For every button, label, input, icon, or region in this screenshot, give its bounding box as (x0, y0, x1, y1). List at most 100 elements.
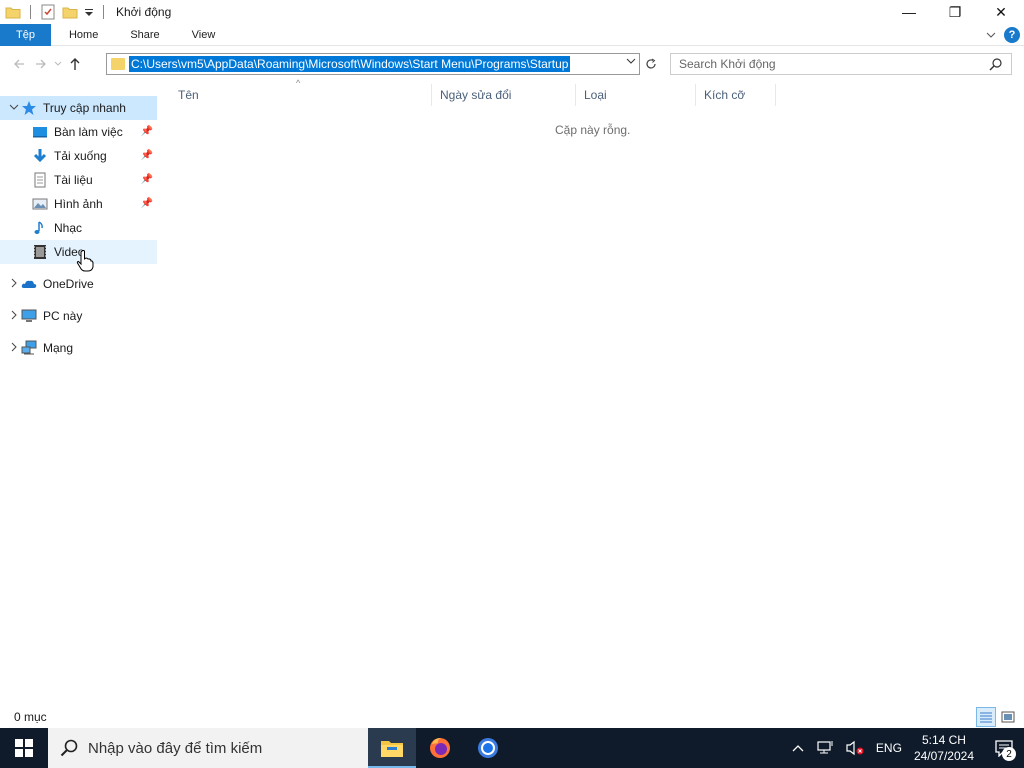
navigation-pane: Truy cập nhanh Bàn làm việc 📌 Tải xuống … (0, 96, 157, 706)
nav-item-quick-access[interactable]: Truy cập nhanh (0, 96, 157, 120)
nav-item-network[interactable]: Mạng (0, 336, 157, 360)
chrome-icon (478, 738, 498, 758)
status-bar: 0 mục (0, 706, 1024, 728)
quick-access-toolbar (0, 0, 110, 24)
new-folder-icon[interactable] (62, 4, 78, 20)
large-icons-view-icon (1001, 711, 1015, 723)
column-headers: Tên Ngày sửa đổi Loại Kích cỡ (170, 84, 776, 106)
tab-home[interactable]: Home (53, 24, 114, 46)
expand-chevron-icon[interactable] (7, 103, 21, 114)
nav-item-label: OneDrive (43, 277, 94, 291)
column-header-type[interactable]: Loại (576, 84, 696, 106)
back-button[interactable] (8, 53, 30, 75)
taskbar-search-box[interactable]: Nhập vào đây để tìm kiếm (48, 728, 368, 768)
column-header-name[interactable]: Tên (170, 84, 432, 106)
file-explorer-icon (381, 741, 403, 757)
ribbon-right-controls: ? (982, 26, 1020, 44)
nav-item-documents[interactable]: Tài liệu 📌 (0, 168, 157, 192)
forward-button[interactable] (30, 53, 52, 75)
download-icon (32, 148, 48, 164)
clock-time: 5:14 CH (921, 733, 966, 747)
clock[interactable]: 5:14 CH 24/07/2024 (914, 732, 974, 764)
taskbar-search-placeholder: Nhập vào đây để tìm kiếm (88, 739, 263, 757)
video-icon (32, 244, 48, 260)
onedrive-icon (21, 276, 37, 292)
forward-arrow-icon (36, 59, 46, 69)
pin-icon: 📌 (140, 198, 153, 209)
tab-share[interactable]: Share (114, 24, 175, 46)
volume-muted-icon[interactable] (846, 740, 864, 756)
maximize-button[interactable]: ❐ (932, 0, 978, 24)
navigation-bar: C:\Users\vm5\AppData\Roaming\Microsoft\W… (0, 50, 1024, 78)
expand-chevron-icon[interactable] (7, 310, 21, 323)
search-icon (60, 739, 78, 757)
nav-item-label: Tài liệu (54, 173, 93, 187)
column-header-size[interactable]: Kích cỡ (696, 84, 776, 106)
ribbon-tabs: Tệp Home Share View ? (0, 23, 1024, 46)
language-indicator[interactable]: ENG (876, 741, 902, 755)
nav-item-label: Tải xuống (54, 149, 107, 163)
notification-count-badge: 2 (1002, 747, 1016, 761)
nav-item-label: Bàn làm việc (54, 125, 123, 139)
minimize-button[interactable]: — (886, 0, 932, 24)
windows-logo-icon (15, 739, 33, 757)
nav-item-pictures[interactable]: Hình ảnh 📌 (0, 192, 157, 216)
tab-file[interactable]: Tệp (0, 23, 51, 46)
start-button[interactable] (0, 728, 48, 768)
show-hidden-icons-chevron-icon[interactable] (792, 744, 804, 752)
customize-dropdown-icon[interactable] (84, 4, 94, 20)
expand-chevron-icon[interactable] (7, 342, 21, 355)
large-icons-view-button[interactable] (998, 707, 1018, 727)
help-icon[interactable]: ? (1004, 27, 1020, 43)
address-dropdown-icon[interactable] (626, 57, 636, 68)
nav-item-this-pc[interactable]: PC này (0, 304, 157, 328)
nav-item-desktop[interactable]: Bàn làm việc 📌 (0, 120, 157, 144)
details-view-button[interactable] (976, 707, 996, 727)
address-bar[interactable]: C:\Users\vm5\AppData\Roaming\Microsoft\W… (106, 53, 640, 75)
folder-icon (111, 58, 125, 70)
star-icon (21, 100, 37, 116)
view-switcher (974, 707, 1018, 727)
empty-folder-message: Cặp này rỗng. (555, 123, 631, 137)
document-icon (32, 172, 48, 188)
chevron-down-icon (54, 61, 62, 66)
taskbar-app-firefox[interactable] (416, 728, 464, 768)
window-title: Khởi động (116, 5, 172, 19)
recent-locations-button[interactable] (52, 53, 64, 75)
search-box[interactable]: Search Khởi động (670, 53, 1012, 75)
nav-item-music[interactable]: Nhạc (0, 216, 157, 240)
pin-icon: 📌 (140, 126, 153, 137)
system-tray: ENG 5:14 CH 24/07/2024 2 (786, 728, 1024, 768)
column-header-date-modified[interactable]: Ngày sửa đổi (432, 84, 576, 106)
music-icon (32, 220, 48, 236)
pictures-icon (32, 196, 48, 212)
divider (30, 5, 31, 19)
tab-view[interactable]: View (176, 24, 232, 46)
close-button[interactable]: ✕ (978, 0, 1024, 24)
up-button[interactable] (64, 53, 86, 75)
window-controls: — ❐ ✕ (886, 0, 1024, 24)
desktop-icon (32, 124, 48, 140)
search-icon[interactable] (989, 57, 1003, 74)
refresh-icon (646, 58, 656, 69)
nav-item-label: Nhạc (54, 221, 83, 235)
network-status-icon[interactable] (816, 740, 834, 756)
item-count: 0 mục (14, 710, 47, 724)
this-pc-icon (21, 308, 37, 324)
action-center-button[interactable]: 2 (984, 728, 1024, 768)
folder-icon (5, 4, 21, 20)
nav-item-downloads[interactable]: Tải xuống 📌 (0, 144, 157, 168)
nav-item-label: Hình ảnh (54, 197, 103, 211)
details-view-icon (980, 712, 992, 723)
refresh-button[interactable] (642, 55, 660, 73)
back-arrow-icon (14, 59, 24, 69)
nav-item-onedrive[interactable]: OneDrive (0, 272, 157, 296)
expand-chevron-icon[interactable] (7, 278, 21, 291)
nav-item-label: Truy cập nhanh (43, 101, 126, 115)
expand-ribbon-chevron-icon[interactable] (982, 26, 1000, 44)
taskbar-app-chrome[interactable] (464, 728, 512, 768)
taskbar-app-file-explorer[interactable] (368, 728, 416, 768)
pin-icon: 📌 (140, 150, 153, 161)
address-path[interactable]: C:\Users\vm5\AppData\Roaming\Microsoft\W… (129, 56, 571, 72)
properties-icon[interactable] (40, 4, 56, 20)
